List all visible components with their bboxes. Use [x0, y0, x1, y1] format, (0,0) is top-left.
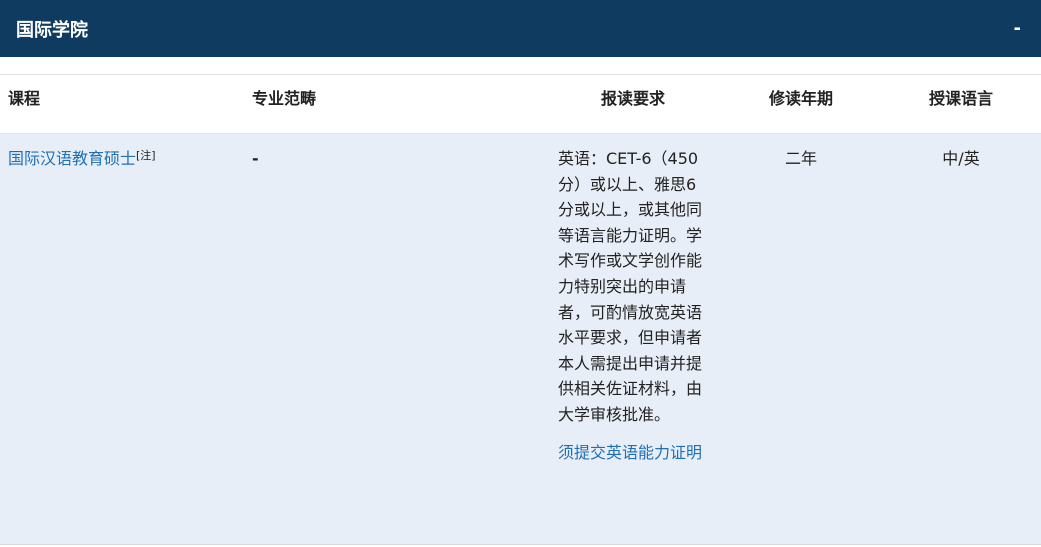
requirement-text: 英语：CET-6（450分）或以上、雅思6分或以上，或其他同等语言能力证明。学术… [558, 149, 703, 424]
language-cell: 中/英 [942, 149, 980, 168]
requirements-cell: 英语：CET-6（450分）或以上、雅思6分或以上，或其他同等语言能力证明。学术… [558, 146, 710, 465]
course-link[interactable]: 国际汉语教育硕士 [8, 149, 136, 168]
section-title: 国际学院 [16, 19, 88, 41]
collapse-toggle[interactable]: - [1010, 18, 1025, 39]
table-row: 国际汉语教育硕士[注] - 英语：CET-6（450分）或以上、雅思6分或以上，… [0, 134, 1041, 545]
table-header-row: 课程 专业范畴 报读要求 修读年期 授课语言 [0, 74, 1041, 134]
column-header-field: 专业范畴 [252, 89, 317, 108]
field-cell: - [252, 149, 259, 168]
column-header-course: 课程 [8, 89, 41, 108]
years-cell: 二年 [784, 149, 817, 168]
course-cell: 国际汉语教育硕士[注] [8, 146, 156, 172]
column-header-requirements: 报读要求 [600, 89, 665, 108]
english-proof-link[interactable]: 须提交英语能力证明 [558, 440, 706, 466]
column-header-years: 修读年期 [768, 89, 833, 108]
section-header[interactable]: 国际学院 - [0, 0, 1041, 57]
column-header-language: 授课语言 [928, 89, 993, 108]
note-marker[interactable]: [注] [136, 149, 156, 162]
